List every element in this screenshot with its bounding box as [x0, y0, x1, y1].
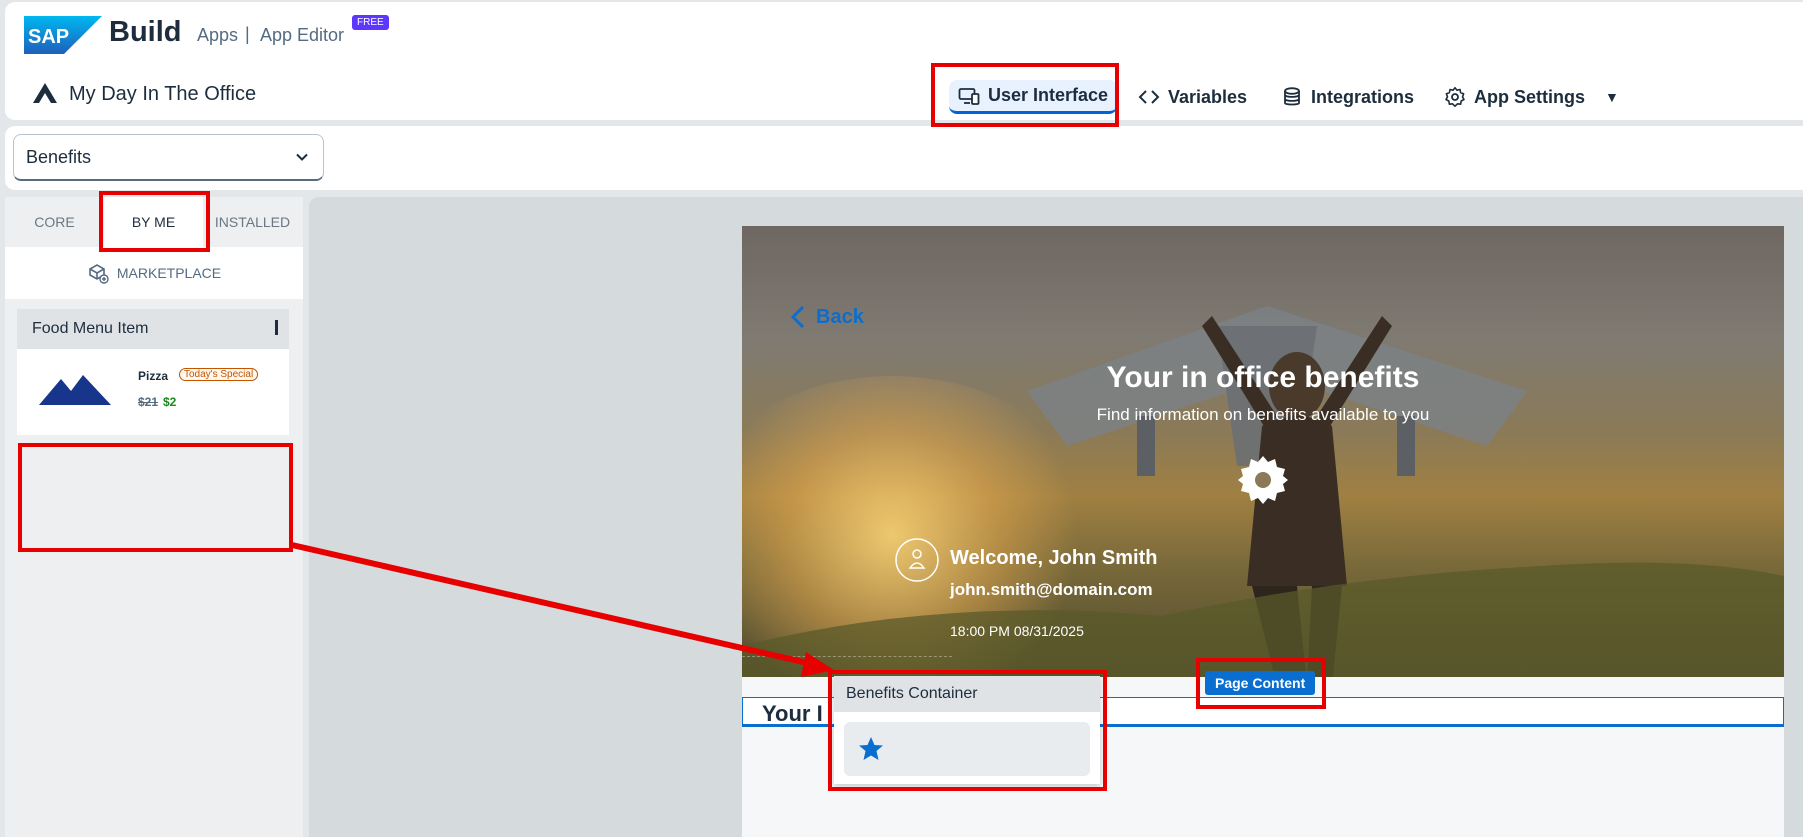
database-icon — [1284, 87, 1300, 106]
tab-core[interactable]: CORE — [5, 197, 104, 247]
tab-installed[interactable]: INSTALLED — [203, 197, 302, 247]
mountain-image-icon — [39, 375, 111, 405]
marketplace-link[interactable]: MARKETPLACE — [5, 247, 303, 299]
caret-down-icon[interactable]: ▼ — [1605, 89, 1619, 105]
annotation-box-by-me — [99, 191, 210, 252]
back-label: Back — [816, 305, 864, 328]
component-food-menu-item[interactable]: Food Menu Item Pizza Today's Special $21… — [17, 309, 289, 435]
menu-item-name: Pizza — [138, 369, 169, 383]
welcome-text: Welcome, John Smith — [950, 547, 1158, 569]
annotation-box-benefits-container — [828, 670, 1107, 791]
svg-text:SAP: SAP — [28, 26, 69, 48]
app-name: My Day In The Office — [69, 83, 257, 105]
section-title: Your I — [762, 701, 823, 726]
sap-logo: SAP — [24, 16, 102, 54]
special-badge: Today's Special — [179, 368, 259, 381]
app-header: SAP Build Apps | App Editor FREE My Day … — [5, 2, 1803, 120]
tab-integrations[interactable]: Integrations — [1272, 80, 1423, 114]
app-logo-icon — [33, 83, 57, 103]
component-card-header: Food Menu Item — [17, 309, 289, 349]
box-plus-icon — [89, 264, 109, 284]
code-brackets-icon — [1138, 90, 1160, 104]
gear-icon — [1445, 87, 1465, 107]
chevron-left-icon — [790, 305, 805, 329]
gear-icon — [1238, 456, 1288, 504]
page-select-value: Benefits — [26, 146, 92, 167]
breadcrumb-separator: | — [245, 24, 250, 44]
tab-app-settings-label: App Settings — [1474, 86, 1585, 107]
new-price: $2 — [163, 395, 177, 409]
person-circle-icon — [895, 538, 939, 582]
breadcrumb-app-editor: App Editor — [260, 25, 345, 45]
component-card-title: Food Menu Item — [32, 320, 149, 337]
annotation-box-page-content — [1196, 658, 1326, 709]
user-datetime: 18:00 PM 08/31/2025 — [950, 623, 1084, 639]
tab-app-settings[interactable]: App Settings ▼ — [1435, 80, 1628, 114]
hero-title: Your in office benefits — [1106, 361, 1420, 394]
hero-subtitle: Find information on benefits available t… — [1096, 405, 1430, 424]
brand-build: Build — [109, 16, 182, 48]
back-link[interactable]: Back — [790, 304, 864, 330]
old-price: $21 — [138, 395, 159, 409]
tab-variables[interactable]: Variables — [1129, 80, 1256, 114]
hero-banner: Back Your in office benefits Find inform… — [742, 226, 1784, 677]
tab-integrations-label: Integrations — [1311, 86, 1415, 107]
dashed-divider — [742, 656, 952, 657]
user-email: john.smith@domain.com — [950, 580, 1153, 599]
free-badge: FREE — [352, 15, 389, 30]
marketplace-label: MARKETPLACE — [116, 265, 222, 281]
drag-handle-icon[interactable] — [275, 320, 278, 335]
page-select[interactable]: Benefits — [13, 134, 324, 181]
tab-variables-label: Variables — [1168, 86, 1248, 107]
annotation-box-empty-slot — [18, 443, 293, 552]
breadcrumb-apps[interactable]: Apps — [197, 25, 238, 46]
annotation-box-user-interface — [931, 63, 1119, 127]
page-toolbar: Benefits — [5, 126, 1803, 190]
chevron-down-icon — [296, 153, 308, 161]
